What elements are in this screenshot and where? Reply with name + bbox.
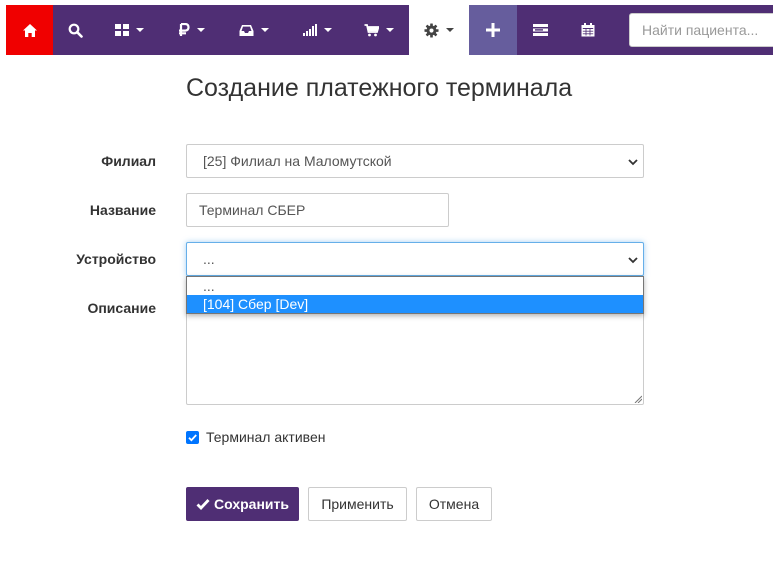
search-icon (68, 23, 83, 38)
bar-chart-icon (302, 24, 317, 36)
description-label: Описание (87, 300, 156, 316)
branch-label: Филиал (101, 153, 156, 169)
device-select[interactable]: ... (186, 242, 644, 276)
nav-search-button[interactable] (53, 5, 98, 55)
chevron-down-icon (446, 28, 454, 32)
chevron-down-icon (628, 159, 638, 166)
device-select-value: ... (203, 251, 215, 267)
chevron-down-icon (135, 28, 144, 32)
patient-search-input[interactable] (629, 13, 773, 47)
list-icon (533, 24, 548, 36)
device-dropdown-list: ... [104] Сбер [Dev] (186, 276, 644, 314)
apply-button[interactable]: Применить (308, 487, 407, 521)
save-button-label: Сохранить (214, 496, 289, 512)
chevron-down-icon (196, 28, 205, 32)
nav-finance-menu[interactable] (160, 5, 222, 55)
branch-select-value: [25] Филиал на Маломутской (203, 153, 392, 169)
nav-reports-menu[interactable] (285, 5, 349, 55)
nav-shop-menu[interactable] (349, 5, 409, 55)
active-checkbox-label[interactable]: Терминал активен (206, 429, 325, 445)
branch-select[interactable]: [25] Филиал на Маломутской (186, 144, 644, 178)
nav-list-button[interactable] (517, 5, 564, 55)
nav-calendar-button[interactable] (564, 5, 611, 55)
checkmark-icon (188, 434, 197, 442)
gear-icon (424, 22, 439, 38)
chevron-down-icon (628, 257, 638, 264)
device-option-highlighted[interactable]: [104] Сбер [Dev] (187, 295, 643, 313)
apply-button-label: Применить (321, 496, 394, 512)
chevron-down-icon (323, 28, 332, 32)
name-label: Название (89, 202, 156, 218)
plus-icon (486, 23, 500, 37)
cancel-button[interactable]: Отмена (416, 487, 492, 521)
check-icon (196, 499, 210, 510)
home-icon (22, 23, 37, 37)
page-title: Создание платежного терминала (186, 74, 573, 102)
device-label: Устройство (76, 251, 156, 267)
top-navbar (0, 5, 773, 55)
calendar-icon (581, 23, 594, 37)
name-input-value: Терминал СБЕР (199, 202, 306, 218)
chevron-down-icon (386, 28, 394, 32)
cart-icon (364, 23, 379, 36)
inbox-icon (239, 24, 253, 36)
nav-settings-menu[interactable] (409, 5, 469, 55)
name-input[interactable]: Терминал СБЕР (186, 193, 449, 227)
modules-icon (114, 24, 129, 36)
save-button[interactable]: Сохранить (186, 487, 299, 521)
active-checkbox[interactable] (186, 431, 199, 444)
ruble-icon (178, 23, 190, 36)
nav-add-button[interactable] (469, 5, 517, 55)
cancel-button-label: Отмена (428, 496, 480, 512)
device-option[interactable]: ... (187, 277, 643, 295)
nav-home-button[interactable] (6, 5, 53, 55)
nav-inbox-menu[interactable] (222, 5, 285, 55)
nav-modules-menu[interactable] (98, 5, 160, 55)
resize-grip-icon[interactable] (633, 394, 642, 403)
chevron-down-icon (260, 28, 269, 32)
